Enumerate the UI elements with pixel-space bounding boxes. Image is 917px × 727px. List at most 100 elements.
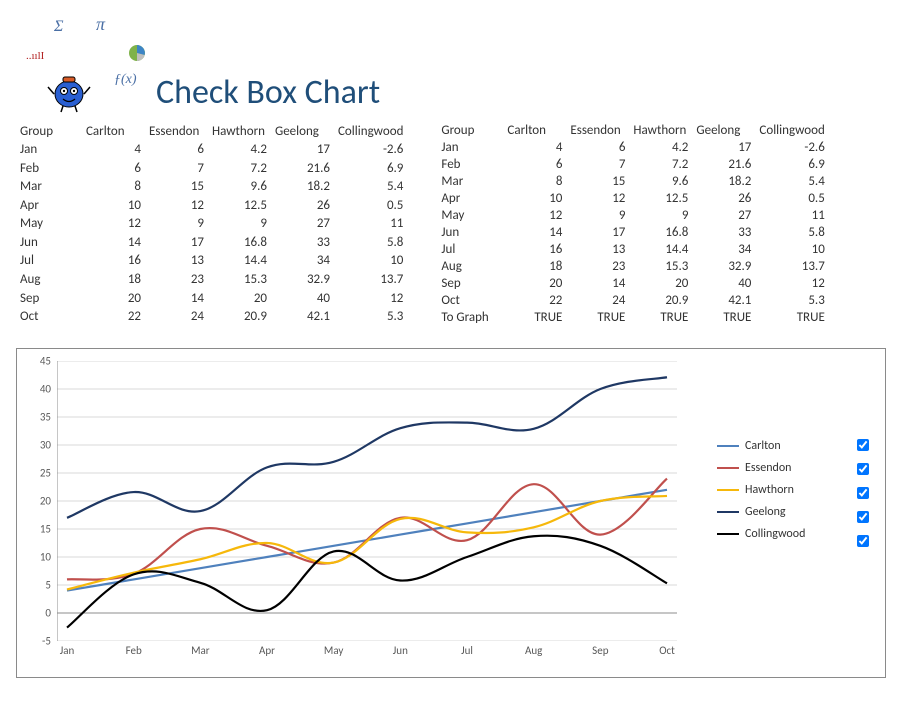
chart-y-tick: 0	[45, 607, 51, 620]
legend-item-geelong: Geelong	[717, 505, 805, 519]
table-row: May12992711	[437, 207, 828, 224]
chart-x-tick: May	[324, 644, 343, 657]
toggle-collingwood-checkbox[interactable]	[857, 535, 869, 547]
table-cell: 12	[334, 289, 407, 308]
toggle-essendon-checkbox[interactable]	[857, 463, 869, 475]
chart-x-tick: Jun	[393, 644, 408, 657]
table-header-cell: Collingwood	[755, 122, 828, 139]
toggle-hawthorn-checkbox[interactable]	[857, 487, 869, 499]
chart-x-tick: Feb	[126, 644, 142, 657]
table-cell: 20.9	[208, 307, 271, 326]
table-cell: 0.5	[755, 190, 828, 207]
table-cell: 27	[271, 215, 334, 234]
table-cell: -2.6	[334, 141, 407, 160]
table-cell: 8	[503, 173, 566, 190]
table-cell: 20.9	[629, 292, 692, 309]
legend-label: Essendon	[745, 461, 791, 475]
bars-icon: ..ıılI	[26, 50, 44, 62]
chart-plot-area: -5051015202530354045	[57, 361, 677, 641]
table-cell: 12	[145, 196, 208, 215]
table-cell: Feb	[16, 159, 82, 178]
table-header-cell: Geelong	[271, 122, 334, 141]
table-cell: Jul	[437, 241, 503, 258]
legend-item-essendon: Essendon	[717, 461, 805, 475]
table-cell: 14	[82, 233, 145, 252]
legend-swatch-icon	[717, 467, 739, 469]
table-cell: 17	[566, 224, 629, 241]
table-cell: May	[437, 207, 503, 224]
table-cell: 13	[566, 241, 629, 258]
table-cell: 24	[145, 307, 208, 326]
table-cell: 22	[503, 292, 566, 309]
table-cell: 10	[82, 196, 145, 215]
table-cell: 9	[145, 215, 208, 234]
table-row: Jul161314.43410	[437, 241, 828, 258]
table-header-cell: Carlton	[503, 122, 566, 139]
table-cell: 12	[566, 190, 629, 207]
table-cell: 8	[82, 178, 145, 197]
table-cell: 7.2	[629, 156, 692, 173]
toggle-geelong-checkbox[interactable]	[857, 511, 869, 523]
table-row: May12992711	[16, 215, 407, 234]
table-cell: 32.9	[692, 258, 755, 275]
legend-label: Hawthorn	[745, 483, 794, 497]
table-cell: 7.2	[208, 159, 271, 178]
chart-series-geelong	[67, 377, 667, 518]
chart-x-tick: Apr	[259, 644, 275, 657]
table-cell: Sep	[16, 289, 82, 308]
chart-y-tick: -5	[42, 635, 51, 648]
table-cell: 12	[755, 275, 828, 292]
table-cell: 5.3	[755, 292, 828, 309]
table-cell: 20	[503, 275, 566, 292]
chart-y-tick: 40	[40, 383, 51, 396]
table-cell: 9.6	[208, 178, 271, 197]
table-cell: 6	[145, 141, 208, 160]
table-cell: 12.5	[629, 190, 692, 207]
table-cell: 13.7	[755, 258, 828, 275]
table-cell: Sep	[437, 275, 503, 292]
legend-swatch-icon	[717, 511, 739, 513]
table-header-cell: Essendon	[566, 122, 629, 139]
table-cell: 34	[271, 252, 334, 271]
table-row: Sep2014204012	[16, 289, 407, 308]
table-cell: 14	[145, 289, 208, 308]
table-row: Oct222420.942.15.3	[16, 307, 407, 326]
table-row: Jun141716.8335.8	[437, 224, 828, 241]
chart-y-tick: 30	[40, 439, 51, 452]
table-cell: 7	[145, 159, 208, 178]
table-cell: 21.6	[271, 159, 334, 178]
table-cell: 15	[145, 178, 208, 197]
table-row: Aug182315.332.913.7	[437, 258, 828, 275]
fx-icon: ƒ(x)	[114, 72, 137, 88]
table-cell: 42.1	[271, 307, 334, 326]
chart-y-tick: 45	[40, 355, 51, 368]
chart-y-tick: 5	[45, 579, 51, 592]
legend-label: Carlton	[745, 439, 781, 453]
table-cell: Mar	[437, 173, 503, 190]
table-cell: Jan	[16, 141, 82, 160]
table-cell: TRUE	[629, 309, 692, 326]
table-cell: 16	[82, 252, 145, 271]
table-row: Feb677.221.66.9	[437, 156, 828, 173]
legend-label: Collingwood	[745, 527, 805, 541]
table-cell: 5.4	[334, 178, 407, 197]
table-cell: 4	[503, 139, 566, 156]
legend-swatch-icon	[717, 533, 739, 535]
table-cell: 6	[503, 156, 566, 173]
table-row: Jun141716.8335.8	[16, 233, 407, 252]
table-cell: 14.4	[208, 252, 271, 271]
table-cell: 10	[503, 190, 566, 207]
tables-area: GroupCarltonEssendonHawthornGeelongColli…	[16, 122, 901, 326]
table-cell: 4.2	[208, 141, 271, 160]
table-row: Feb677.221.66.9	[16, 159, 407, 178]
table-cell: TRUE	[566, 309, 629, 326]
table-cell: 17	[271, 141, 334, 160]
table-cell: Oct	[437, 292, 503, 309]
toggle-carlton-checkbox[interactable]	[857, 439, 869, 451]
chart-container: -5051015202530354045 JanFebMarAprMayJunJ…	[16, 348, 886, 678]
table-header-cell: Collingwood	[334, 122, 407, 141]
table-cell: 11	[334, 215, 407, 234]
table-cell: Jun	[437, 224, 503, 241]
table-cell: 13.7	[334, 270, 407, 289]
table-cell: 14	[503, 224, 566, 241]
